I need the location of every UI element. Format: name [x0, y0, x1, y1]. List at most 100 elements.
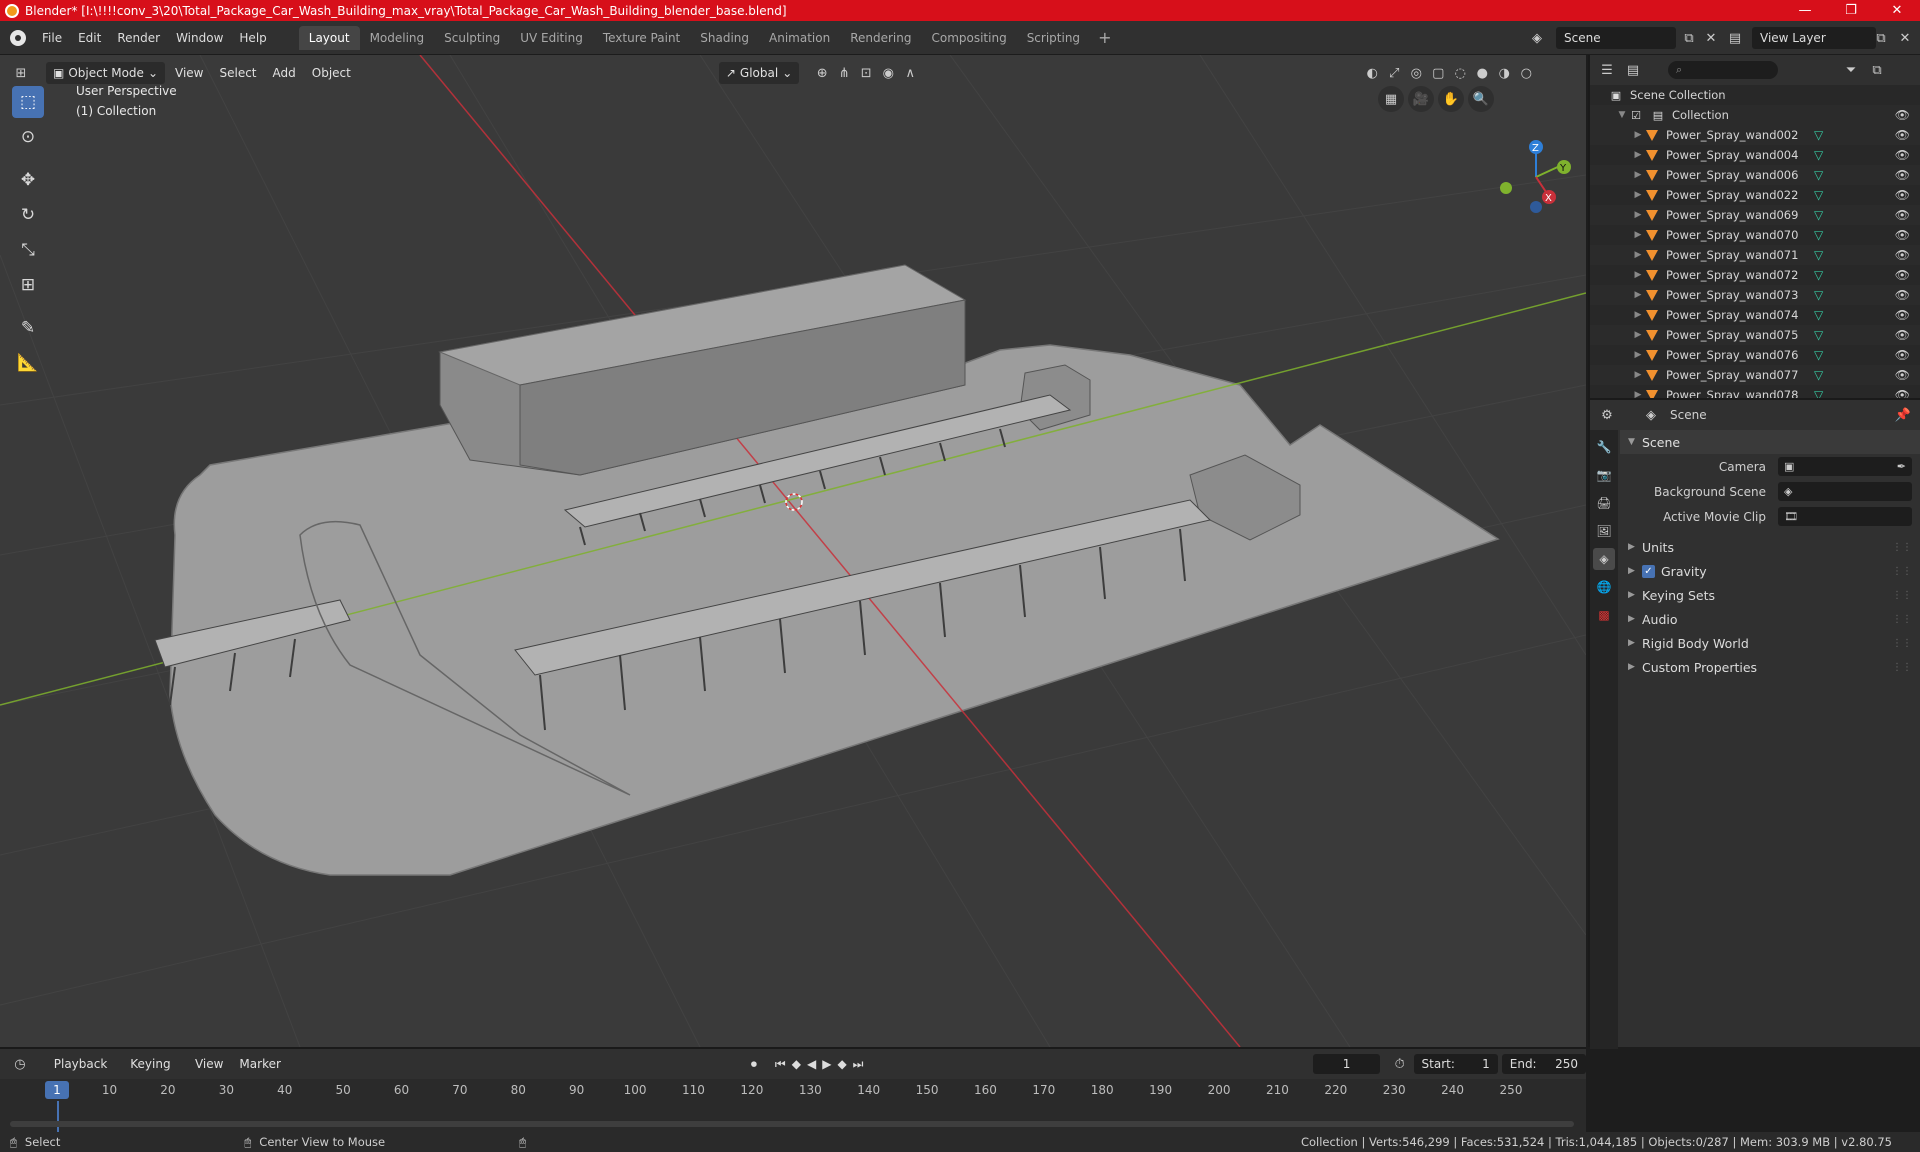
delete-view-layer-icon[interactable]: ✕	[1894, 27, 1916, 49]
outliner-object-row[interactable]: ▶ Power_Spray_wand070 ▽ 👁	[1590, 225, 1920, 245]
mesh-data-icon[interactable]: ▽	[1814, 188, 1823, 202]
mesh-data-icon[interactable]: ▽	[1814, 248, 1823, 262]
camera-view-icon[interactable]: 🎥	[1408, 86, 1434, 112]
xray-toggle-icon[interactable]: ▢	[1427, 62, 1449, 84]
tab-uv-editing[interactable]: UV Editing	[510, 26, 593, 50]
eyedropper-icon[interactable]: ✒	[1897, 460, 1906, 473]
collection-row[interactable]: ▼ ☑ ▤ Collection 👁	[1590, 105, 1920, 125]
view-layer-tab-icon[interactable]: 🖼	[1593, 520, 1615, 542]
gravity-checkbox[interactable]: ✓	[1642, 564, 1655, 578]
eye-icon[interactable]: 👁	[1895, 188, 1910, 202]
editor-type-icon[interactable]: ⊞	[10, 62, 32, 84]
expand-arrow-icon[interactable]: ▶	[1632, 150, 1644, 160]
pivot-point-icon[interactable]: ⊕	[811, 62, 833, 84]
select-box-tool-icon[interactable]: ⬚	[12, 86, 44, 118]
eye-icon[interactable]: 👁	[1895, 328, 1910, 342]
scene-panel-title[interactable]: ▼ Scene	[1620, 430, 1920, 454]
new-scene-icon[interactable]: ⧉	[1678, 27, 1700, 49]
outliner-object-row[interactable]: ▶ Power_Spray_wand076 ▽ 👁	[1590, 345, 1920, 365]
eye-icon[interactable]: 👁	[1895, 308, 1910, 322]
outliner-editor-type-icon[interactable]: ☰	[1596, 59, 1618, 81]
eye-icon[interactable]: 👁	[1895, 268, 1910, 282]
texture-tab-icon[interactable]: ▩	[1593, 604, 1615, 626]
tab-modeling[interactable]: Modeling	[360, 26, 435, 50]
mesh-data-icon[interactable]: ▽	[1814, 368, 1823, 382]
add-workspace-icon[interactable]: +	[1090, 28, 1119, 47]
expand-arrow-icon[interactable]: ▶	[1632, 170, 1644, 180]
neg-y-axis-gizmo-icon[interactable]	[1500, 182, 1512, 194]
eye-icon[interactable]: 👁	[1895, 148, 1910, 162]
menu-file[interactable]: File	[34, 27, 70, 49]
scene-name-field[interactable]: Scene	[1556, 27, 1676, 49]
proportional-edit-icon[interactable]: ◉	[877, 62, 899, 84]
expand-arrow-icon[interactable]: ▶	[1632, 310, 1644, 320]
eye-icon[interactable]: 👁	[1895, 208, 1910, 222]
filter-icon[interactable]: ⏷	[1840, 59, 1862, 81]
timeline-ruler[interactable]: 1 10 20 30 40 50 60 70 80 90 100 110 120 130 140 150 16…	[0, 1079, 1586, 1101]
pan-view-icon[interactable]: ✋	[1438, 86, 1464, 112]
scene-selector-icon[interactable]: ◈	[1526, 27, 1548, 49]
active-movie-clip-field[interactable]: 🎞	[1778, 507, 1912, 526]
jump-end-icon[interactable]: ⏭	[853, 1057, 864, 1072]
checkbox-icon[interactable]: ☑	[1628, 108, 1644, 122]
transform-orientation-dropdown[interactable]: ↗ Global ⌄	[718, 62, 800, 84]
tab-animation[interactable]: Animation	[759, 26, 840, 50]
eye-icon[interactable]: 👁	[1895, 248, 1910, 262]
eye-icon[interactable]: 👁	[1895, 108, 1910, 122]
new-view-layer-icon[interactable]: ⧉	[1870, 27, 1892, 49]
cursor-tool-icon[interactable]: ⊙	[12, 121, 44, 153]
scene-tab-icon[interactable]: ◈	[1593, 548, 1615, 570]
zoom-view-icon[interactable]: 🔍	[1468, 86, 1494, 112]
expand-arrow-icon[interactable]: ▶	[1632, 250, 1644, 260]
transform-tool-icon[interactable]: ⊞	[12, 269, 44, 301]
outliner-object-row[interactable]: ▶ Power_Spray_wand072 ▽ 👁	[1590, 265, 1920, 285]
delete-scene-icon[interactable]: ✕	[1700, 27, 1722, 49]
outliner-object-row[interactable]: ▶ Power_Spray_wand004 ▽ 👁	[1590, 145, 1920, 165]
viewport-menu-view[interactable]: View	[167, 62, 211, 84]
gizmo-toggle-icon[interactable]: ⤢	[1383, 62, 1405, 84]
menu-render[interactable]: Render	[109, 27, 168, 49]
stopwatch-icon[interactable]: ⏱	[1390, 1053, 1410, 1075]
outliner-object-row[interactable]: ▶ Power_Spray_wand071 ▽ 👁	[1590, 245, 1920, 265]
rendered-shading-icon[interactable]: ○	[1515, 62, 1537, 84]
expand-arrow-icon[interactable]: ▶	[1632, 290, 1644, 300]
expand-arrow-icon[interactable]: ▶	[1632, 230, 1644, 240]
audio-section[interactable]: ▶ Audio ⋮⋮	[1620, 607, 1920, 631]
tab-layout[interactable]: Layout	[298, 25, 360, 50]
tab-texture-paint[interactable]: Texture Paint	[593, 26, 690, 50]
mode-selector[interactable]: ▣ Object Mode ⌄	[46, 62, 165, 84]
eye-icon[interactable]: 👁	[1895, 128, 1910, 142]
display-mode-icon[interactable]: ▤	[1622, 59, 1644, 81]
outliner-search-input[interactable]: ⌕	[1668, 61, 1778, 79]
outliner-object-row[interactable]: ▶ Power_Spray_wand075 ▽ 👁	[1590, 325, 1920, 345]
snap-icon[interactable]: ⋔	[833, 62, 855, 84]
end-frame-field[interactable]: End: 250	[1501, 1054, 1586, 1074]
expand-arrow-icon[interactable]: ▶	[1632, 190, 1644, 200]
timeline-menu-view[interactable]: View	[187, 1053, 231, 1075]
mesh-data-icon[interactable]: ▽	[1814, 148, 1823, 162]
3d-viewport[interactable]: Z Y X User Perspective (1) Collection	[0, 55, 1586, 1047]
expand-arrow-icon[interactable]: ▶	[1632, 350, 1644, 360]
menu-window[interactable]: Window	[168, 27, 231, 49]
timeline-menu-playback[interactable]: Playback ⌄	[46, 1053, 123, 1093]
keying-sets-section[interactable]: ▶ Keying Sets ⋮⋮	[1620, 583, 1920, 607]
timeline-menu-keying[interactable]: Keying ⌄	[122, 1053, 187, 1093]
tab-scripting[interactable]: Scripting	[1017, 26, 1090, 50]
menu-help[interactable]: Help	[231, 27, 274, 49]
mesh-data-icon[interactable]: ▽	[1814, 228, 1823, 242]
eye-icon[interactable]: 👁	[1895, 348, 1910, 362]
solid-shading-icon[interactable]: ●	[1471, 62, 1493, 84]
expand-arrow-icon[interactable]: ▶	[1632, 130, 1644, 140]
move-tool-icon[interactable]: ✥	[12, 164, 44, 196]
mesh-data-icon[interactable]: ▽	[1814, 168, 1823, 182]
view-layer-field[interactable]: View Layer	[1752, 27, 1876, 49]
start-frame-field[interactable]: Start: 1	[1413, 1054, 1498, 1074]
mesh-data-icon[interactable]: ▽	[1814, 308, 1823, 322]
gravity-section[interactable]: ▶ ✓ Gravity ⋮⋮	[1620, 559, 1920, 583]
jump-start-icon[interactable]: ⏮	[775, 1057, 786, 1072]
scene-collection-row[interactable]: ▣ Scene Collection	[1590, 85, 1920, 105]
mesh-data-icon[interactable]: ▽	[1814, 208, 1823, 222]
eye-icon[interactable]: 👁	[1895, 368, 1910, 382]
next-keyframe-icon[interactable]: ◆	[837, 1057, 846, 1072]
units-section[interactable]: ▶ Units ⋮⋮	[1620, 535, 1920, 559]
